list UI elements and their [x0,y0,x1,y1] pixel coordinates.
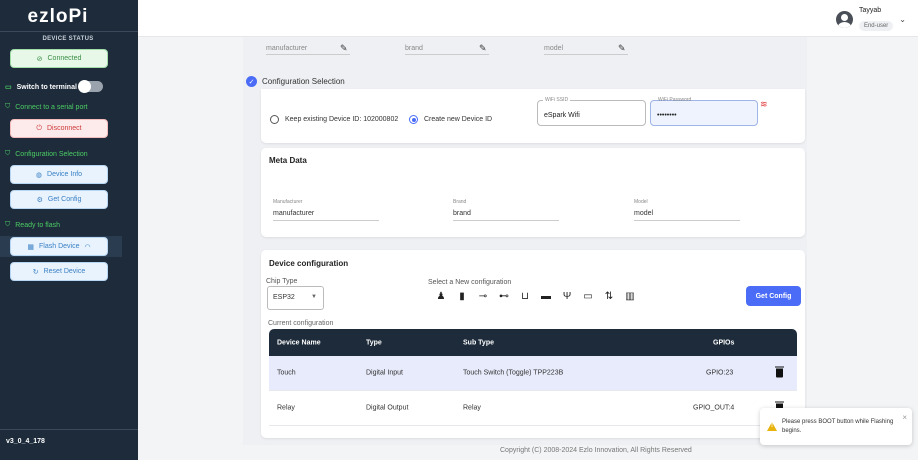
table-header: Device Name Type Sub Type GPIOs [269,329,797,356]
warning-icon [767,422,777,431]
app-version: v3_0_4_178 [6,438,45,445]
power-icon: ⏻ [36,124,42,132]
config-selection-label: ⛉ Configuration Selection [5,150,88,158]
potentiometer-icon[interactable]: ⊷ [496,290,512,304]
edit-pen-icon[interactable]: ✎ [340,43,348,54]
brand-input[interactable]: brand [453,210,559,221]
user-name: Tayyab [858,7,882,14]
shield-check-icon: ⛉ [5,221,11,228]
meta-data-title: Meta Data [269,156,307,165]
get-config-sidebar-button[interactable]: ⚙ Get Config [10,190,108,209]
sidebar-divider-bottom [0,429,138,430]
model-input[interactable]: model [634,210,740,221]
check-circle-icon: ⊘ [36,55,43,63]
meta-data-panel [261,148,805,237]
device-status-header: DEVICE STATUS [42,36,94,42]
dimmer-icon[interactable]: ▮ [454,290,470,304]
check-icon: ✓ [246,76,257,87]
model-label: Model [634,199,648,205]
ready-flash-label: ⛉ Ready to flash [5,221,60,229]
switch-terminal-row: ▭ Switch to terminal [5,83,77,92]
chip-type-select[interactable]: ESP32 ▼ [267,286,324,310]
terminal-icon: ▭ [5,84,12,91]
switch-icon[interactable]: ♟ [433,290,449,304]
col-subtype: Sub Type [463,339,494,346]
globe-icon: ◍ [35,171,43,179]
config-table: Device Name Type Sub Type GPIOs Touch Di… [269,329,797,426]
select-new-config-label: Select a New configuration [428,279,512,286]
current-config-label: Current configuration [268,320,334,327]
frame-icon[interactable]: ⊔ [517,290,533,304]
brand-label: Brand [453,199,467,205]
app-logo: ezloPi [27,6,89,27]
toast-notification: Please press BOOT button while Flashing … [760,408,912,445]
col-type: Type [366,339,382,346]
table-row[interactable]: Relay Digital Output Relay GPIO_OUT:4 [269,391,797,426]
wifi-password-input[interactable]: WiFi Password •••••••• [650,97,758,126]
manufacturer-label: Manufacturer [273,199,303,205]
close-icon[interactable]: × [902,413,907,422]
wifi-ssid-input[interactable]: WiFi SSID eSpark Wifi [537,97,646,126]
top-model-field[interactable]: model [544,45,628,55]
shield-check-icon: ⛉ [5,103,11,110]
sidebar-divider [0,31,138,32]
sensor-icon[interactable]: ⊸ [475,290,491,304]
create-new-radio[interactable]: Create new Device ID [409,115,492,124]
shield-check-icon: ⛉ [5,150,11,157]
terminal-toggle[interactable] [78,80,103,93]
edit-pen-icon[interactable]: ✎ [618,43,626,54]
user-menu[interactable]: Tayyab End-user ⌄ [835,7,906,32]
topbar: Tayyab End-user ⌄ [138,0,918,37]
chevron-down-icon[interactable]: ⌄ [899,15,906,24]
display-icon[interactable]: ▭ [580,290,596,304]
edit-pen-icon[interactable]: ✎ [479,43,487,54]
trash-icon[interactable] [775,366,784,378]
top-brand-field[interactable]: brand [405,45,489,55]
device-config-title: Device configuration [269,259,349,268]
connected-status-button[interactable]: ⊘ Connected [10,49,108,68]
get-config-button[interactable]: Get Config [746,286,801,306]
config-icons-row: ♟ ▮ ⊸ ⊷ ⊔ ▬ Ψ ▭ ⇅ ▥ [433,290,643,304]
footer-copyright: Copyright (C) 2008-2024 Ezlo Innovation,… [500,447,692,454]
table-row[interactable]: Touch Digital Input Touch Switch (Toggle… [269,356,797,391]
relay-icon[interactable]: ▬ [538,290,554,304]
sidebar: ezloPi DEVICE STATUS ⊘ Connected ▭ Switc… [0,0,138,460]
avatar [835,11,853,28]
arrows-icon[interactable]: ⇅ [601,290,617,304]
reset-icon: ↻ [32,268,39,276]
flash-device-button[interactable]: ▦ Flash Device ◠ [10,237,108,256]
reset-device-button[interactable]: ↻ Reset Device [10,262,108,281]
battery-icon[interactable]: ▥ [622,290,638,304]
connect-serial-label: ⛉ Connect to a serial port [5,103,88,111]
manufacturer-input[interactable]: manufacturer [273,210,379,221]
wifi-off-icon: ≋ [760,99,768,109]
chip-icon: ▦ [27,243,35,251]
device-info-button[interactable]: ◍ Device Info [10,165,108,184]
config-selection-title: ✓ Configuration Selection [246,76,345,87]
chevron-down-icon: ▼ [311,294,317,300]
antenna-icon[interactable]: Ψ [559,290,575,304]
keep-existing-radio[interactable]: Keep existing Device ID: 102000802 [270,115,398,124]
user-role-badge: End-user [858,21,894,31]
col-device-name: Device Name [277,339,321,346]
top-manufacturer-field[interactable]: manufacturer [266,45,350,55]
chip-type-label: Chip Type [266,278,298,285]
gears-icon: ⚙ [36,196,43,204]
col-gpios: GPIOs [713,339,735,346]
spinner-icon: ◠ [84,243,91,251]
toast-message: Please press BOOT button while Flashing … [782,419,894,434]
disconnect-button[interactable]: ⏻ Disconnect [10,119,108,138]
